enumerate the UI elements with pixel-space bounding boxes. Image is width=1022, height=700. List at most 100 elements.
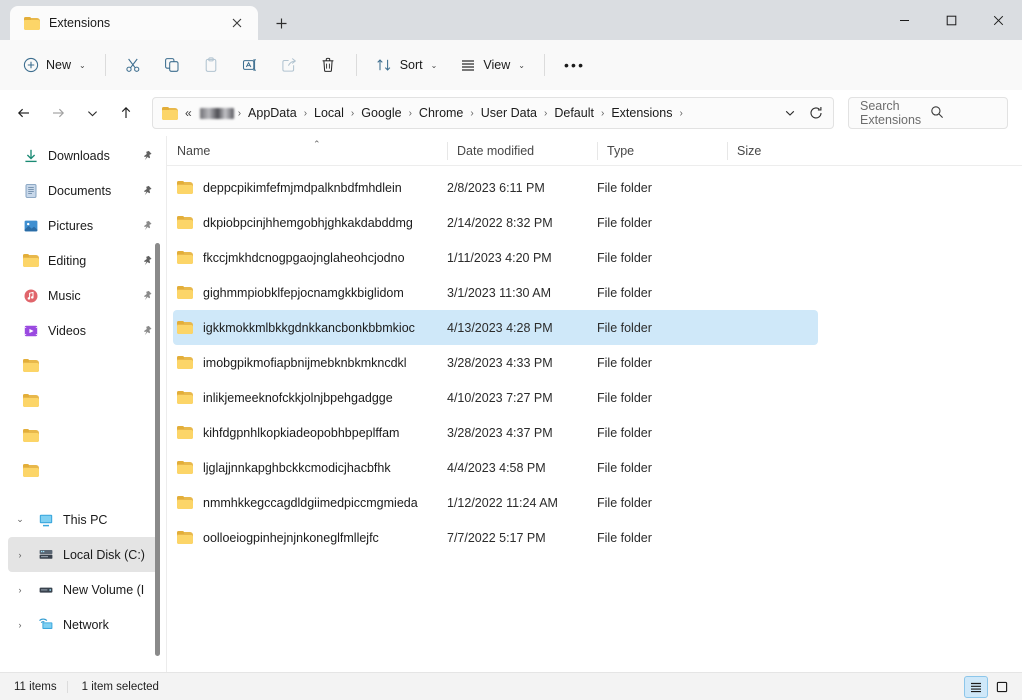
copy-button[interactable] (154, 48, 191, 82)
sidebar-item-local-disk-c[interactable]: › Local Disk (C:) (8, 537, 160, 572)
column-header-type[interactable]: Type (597, 136, 727, 166)
sidebar-item-network[interactable]: › Network (8, 607, 160, 642)
sort-arrows-icon (376, 57, 393, 74)
file-date: 2/14/2022 8:32 PM (447, 216, 597, 230)
breadcrumb-item-default[interactable]: Default (548, 104, 600, 122)
tab-strip: Extensions (0, 0, 298, 40)
table-row[interactable]: igkkmokkmlbkkgdnkkancbonkbbmkioc 4/13/20… (173, 310, 818, 345)
breadcrumb-item-redacted[interactable] (200, 108, 234, 119)
search-input[interactable]: Search Extensions (848, 97, 1008, 129)
column-header-name[interactable]: Name ⌃ (167, 136, 447, 166)
window-controls (881, 0, 1022, 40)
chevron-right-icon[interactable]: › (12, 620, 28, 630)
chevron-down-icon: ⌄ (518, 61, 525, 70)
minimize-icon[interactable] (881, 0, 928, 40)
more-options-button[interactable]: ••• (554, 48, 595, 82)
breadcrumb-item-user-data[interactable]: User Data (475, 104, 543, 122)
file-type: File folder (597, 391, 727, 405)
table-row[interactable]: fkccjmkhdcnogpgaojnglaheohcjodno 1/11/20… (173, 240, 818, 275)
pin-icon[interactable] (140, 220, 154, 231)
up-button[interactable] (110, 97, 142, 129)
sort-button-label: Sort (400, 58, 423, 72)
breadcrumb-item-chrome[interactable]: Chrome (413, 104, 469, 122)
delete-button[interactable] (310, 48, 347, 82)
sidebar-item-redacted-3[interactable] (8, 418, 160, 453)
breadcrumb-item-appdata[interactable]: AppData (242, 104, 303, 122)
breadcrumb-item-local[interactable]: Local (308, 104, 350, 122)
chevron-down-icon[interactable]: ⌄ (12, 514, 28, 525)
folder-icon (177, 496, 193, 509)
sort-button[interactable]: Sort ⌄ (366, 48, 448, 82)
search-icon[interactable] (930, 105, 1000, 122)
sidebar-item-label: Network (63, 618, 154, 632)
folder-icon (177, 251, 193, 264)
file-date: 2/8/2023 6:11 PM (447, 181, 597, 195)
sidebar-item-pictures[interactable]: Pictures (8, 208, 160, 243)
breadcrumb-item-extensions[interactable]: Extensions (605, 104, 678, 122)
table-row[interactable]: inlikjemeeknofckkjolnjbpehgadgge 4/10/20… (173, 380, 818, 415)
folder-icon (177, 181, 193, 194)
column-header-date-modified[interactable]: Date modified (447, 136, 597, 166)
file-date: 4/13/2023 4:28 PM (447, 321, 597, 335)
recent-locations-button[interactable] (76, 97, 108, 129)
breadcrumb-overflow-icon[interactable]: « (182, 106, 197, 120)
cut-button[interactable] (115, 48, 152, 82)
pin-icon[interactable] (140, 185, 154, 196)
navigation-pane[interactable]: Downloads Documents (0, 136, 166, 672)
chevron-right-icon[interactable]: › (12, 550, 28, 560)
refresh-icon[interactable] (803, 100, 829, 126)
documents-icon (22, 182, 39, 199)
rename-button[interactable] (232, 48, 269, 82)
table-row[interactable]: nmmhkkegccagdldgiimedpiccmgmieda 1/12/20… (173, 485, 818, 520)
pin-icon[interactable] (140, 255, 154, 266)
sidebar-item-music[interactable]: Music (8, 278, 160, 313)
drive-icon (37, 581, 54, 598)
file-type: File folder (597, 461, 727, 475)
breadcrumb-item-google[interactable]: Google (355, 104, 407, 122)
tab-extensions[interactable]: Extensions (10, 6, 258, 40)
back-button[interactable] (8, 97, 40, 129)
sidebar-scrollbar[interactable] (154, 136, 161, 672)
sidebar-item-redacted-1[interactable] (8, 348, 160, 383)
sidebar-item-redacted-2[interactable] (8, 383, 160, 418)
paste-button[interactable] (193, 48, 230, 82)
table-row[interactable]: imobgpikmofiapbnijmebknbkmkncdkl 3/28/20… (173, 345, 818, 380)
sidebar-item-new-volume[interactable]: › New Volume (I (8, 572, 160, 607)
sidebar-scrollbar-thumb[interactable] (155, 243, 160, 656)
sidebar-item-documents[interactable]: Documents (8, 173, 160, 208)
close-icon[interactable] (975, 0, 1022, 40)
chevron-right-icon[interactable]: › (12, 585, 28, 595)
sidebar-item-videos[interactable]: Videos (8, 313, 160, 348)
table-row[interactable]: kihfdgpnhlkopkiadeopobhbpeplffam 3/28/20… (173, 415, 818, 450)
search-placeholder: Search Extensions (860, 99, 930, 127)
table-row[interactable]: ljglajjnnkapghbckkcmodicjhacbfhk 4/4/202… (173, 450, 818, 485)
table-row[interactable]: deppcpikimfefmjmdpalknbdfmhdlein 2/8/202… (173, 170, 818, 205)
column-header-size[interactable]: Size (727, 136, 802, 166)
file-name-cell: gighmmpiobklfepjocnamgkkbiglidom (173, 286, 447, 300)
sidebar-item-label: New Volume (I (63, 583, 154, 597)
file-date: 3/28/2023 4:33 PM (447, 356, 597, 370)
table-row[interactable]: dkpiobpcinjhhemgobhjghkakdabddmg 2/14/20… (173, 205, 818, 240)
pin-icon[interactable] (140, 290, 154, 301)
share-button[interactable] (271, 48, 308, 82)
large-icons-view-icon[interactable] (990, 676, 1014, 698)
table-row[interactable]: oolloeiogpinhejnjnkoneglfmllejfc 7/7/202… (173, 520, 818, 555)
new-button[interactable]: New ⌄ (12, 48, 96, 82)
sidebar-item-redacted-4[interactable] (8, 453, 160, 488)
command-bar: New ⌄ (0, 40, 1022, 90)
sidebar-item-editing[interactable]: Editing (8, 243, 160, 278)
close-icon[interactable] (224, 10, 250, 36)
breadcrumb[interactable]: « › AppData › Local › Google › Chrome › … (152, 97, 834, 129)
sidebar-item-label: Videos (48, 324, 131, 338)
sidebar-item-this-pc[interactable]: ⌄ This PC (8, 502, 160, 537)
new-tab-button[interactable] (264, 8, 298, 38)
forward-button[interactable] (42, 97, 74, 129)
pin-icon[interactable] (140, 150, 154, 161)
chevron-down-icon[interactable] (777, 100, 803, 126)
details-view-icon[interactable] (964, 676, 988, 698)
view-button[interactable]: View ⌄ (449, 48, 535, 82)
pin-icon[interactable] (140, 325, 154, 336)
sidebar-item-downloads[interactable]: Downloads (8, 138, 160, 173)
maximize-icon[interactable] (928, 0, 975, 40)
table-row[interactable]: gighmmpiobklfepjocnamgkkbiglidom 3/1/202… (173, 275, 818, 310)
